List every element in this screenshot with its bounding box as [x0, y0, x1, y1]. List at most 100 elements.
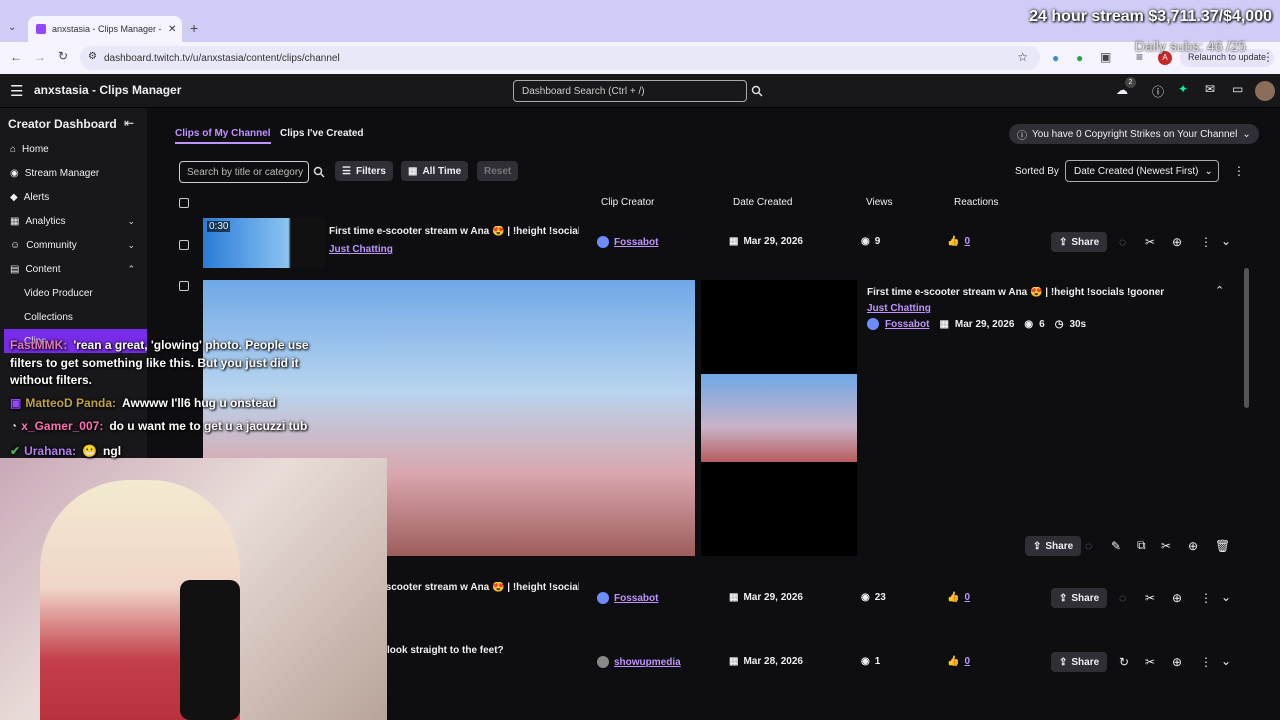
filters-button[interactable]: ☰ Filters: [335, 161, 393, 181]
more-icon[interactable]: ⋮: [1200, 591, 1212, 605]
address-bar[interactable]: ⚙ dashboard.twitch.tv/u/anxstasia/conten…: [80, 46, 1040, 70]
eye-icon: ◉: [861, 236, 870, 247]
menu-kebab-icon[interactable]: ⋮: [1262, 50, 1274, 64]
clip-creator[interactable]: Fossabot: [597, 592, 658, 604]
add-icon[interactable]: ⊕: [1172, 235, 1182, 249]
clip-search-icon[interactable]: [313, 166, 325, 178]
add-icon[interactable]: ⊕: [1172, 591, 1182, 605]
user-avatar[interactable]: [1255, 81, 1275, 101]
expanded-category-link[interactable]: Just Chatting: [867, 303, 931, 314]
sidebar-item-video-producer[interactable]: Video Producer: [0, 281, 147, 305]
collapse-sidebar-icon[interactable]: ⇤: [124, 116, 134, 130]
whispers-icon[interactable]: ▭: [1232, 82, 1243, 96]
edit-icon[interactable]: ✎: [1111, 539, 1121, 553]
creator-avatar: [597, 236, 609, 248]
reactions-text[interactable]: 0: [964, 592, 970, 603]
browser-tab[interactable]: anxstasia - Clips Manager - Twi ✕: [28, 16, 182, 42]
more-icon[interactable]: ⋮: [1200, 235, 1212, 249]
inbox-icon[interactable]: ✉: [1205, 82, 1215, 96]
views-text: 23: [874, 592, 886, 603]
refresh-icon[interactable]: ↻: [1119, 655, 1129, 669]
scrollbar[interactable]: [1244, 268, 1249, 408]
creator-link[interactable]: showupmedia: [614, 657, 681, 668]
clip-creator[interactable]: showupmedia: [597, 656, 681, 668]
add-icon[interactable]: ⊕: [1172, 655, 1182, 669]
clip-category-link[interactable]: Just Chatting: [329, 244, 393, 255]
creator-link[interactable]: Fossabot: [614, 237, 658, 248]
share-button[interactable]: ⇪ Share: [1025, 536, 1082, 556]
puzzle-icon[interactable]: ▣: [1100, 50, 1111, 64]
reload-icon[interactable]: ↻: [58, 49, 68, 63]
scissors-icon[interactable]: ✂: [1161, 539, 1171, 553]
clip-reactions[interactable]: 👍 0: [947, 656, 970, 667]
more-icon[interactable]: ⋮: [1200, 655, 1212, 669]
chevron-down-icon[interactable]: ⌄: [1221, 590, 1231, 604]
sidebar-item-analytics[interactable]: ▦ Analytics ⌄: [0, 209, 147, 233]
clip-vertical-preview[interactable]: [701, 280, 857, 556]
column-reactions[interactable]: Reactions: [954, 197, 998, 208]
reset-button[interactable]: Reset: [477, 161, 519, 181]
sidebar-item-home[interactable]: ⌂ Home: [0, 137, 147, 161]
creator-link[interactable]: Fossabot: [614, 593, 658, 604]
chevron-down-icon[interactable]: ⌄: [1221, 654, 1231, 668]
close-tab-icon[interactable]: ✕: [168, 24, 176, 35]
column-views[interactable]: Views: [866, 197, 893, 208]
creator-avatar: [597, 592, 609, 604]
tab-clips-ive-created[interactable]: Clips I've Created: [280, 128, 364, 139]
clip-reactions[interactable]: 👍 0: [947, 592, 970, 603]
dashboard-search-input[interactable]: Dashboard Search (Ctrl + /): [513, 80, 747, 102]
chevron-down-icon: ⌄: [127, 215, 135, 226]
sidebar-item-collections[interactable]: Collections: [0, 305, 147, 329]
extension-icon[interactable]: ●: [1076, 51, 1083, 65]
reactions-text[interactable]: 0: [964, 236, 970, 247]
clip-creator[interactable]: Fossabot: [597, 236, 658, 248]
sidebar-item-alerts[interactable]: ◆ Alerts: [0, 185, 147, 209]
column-clip-creator[interactable]: Clip Creator: [601, 197, 654, 208]
sidebar-item-content[interactable]: ▤ Content ⌃: [0, 257, 147, 281]
clip-search-input[interactable]: Search by title or category: [179, 161, 309, 183]
help-icon[interactable]: ⓘ: [1152, 83, 1164, 100]
new-tab-icon[interactable]: +: [190, 20, 198, 36]
chat-text: without filters.: [10, 373, 92, 387]
stream-goal-overlay: 24 hour stream $3,711.37/$4,000: [1029, 8, 1272, 25]
more-options-icon[interactable]: ⋮: [1233, 164, 1245, 178]
share-button[interactable]: ⇪ Share: [1051, 588, 1108, 608]
collapse-icon[interactable]: ⌃: [1215, 284, 1224, 297]
creator-avatar: [867, 318, 879, 330]
clip-thumbnail[interactable]: 0:30: [203, 218, 325, 268]
reactions-text[interactable]: 0: [964, 656, 970, 667]
tab-list-chevron-icon[interactable]: ⌄: [8, 22, 16, 33]
site-info-icon[interactable]: ⚙: [88, 51, 97, 62]
back-icon[interactable]: ←: [10, 50, 22, 64]
tab-clips-of-my-channel[interactable]: Clips of My Channel: [175, 128, 271, 144]
clip-reactions[interactable]: 👍 0: [947, 236, 970, 247]
clip-title[interactable]: First time e-scooter stream w Ana 😍 | !h…: [329, 226, 579, 237]
clip-title[interactable]: look straight to the feet?: [387, 645, 587, 656]
sort-dropdown[interactable]: Date Created (Newest First) ⌄: [1065, 160, 1219, 182]
scissors-icon[interactable]: ✂: [1145, 655, 1155, 669]
search-icon[interactable]: [748, 80, 766, 102]
extension-icon[interactable]: ●: [1052, 51, 1059, 65]
dashboard-header: ☰ anxstasia - Clips Manager Dashboard Se…: [0, 74, 1280, 108]
scissors-icon[interactable]: ✂: [1145, 591, 1155, 605]
row-checkbox[interactable]: [179, 281, 189, 291]
forward-icon[interactable]: →: [34, 50, 46, 64]
bookmark-star-icon[interactable]: ☆: [1017, 50, 1028, 64]
creator-link[interactable]: Fossabot: [885, 319, 929, 330]
column-date-created[interactable]: Date Created: [733, 197, 792, 208]
sidebar-item-community[interactable]: ☺ Community ⌄: [0, 233, 147, 257]
scissors-icon[interactable]: ✂: [1145, 235, 1155, 249]
row-checkbox[interactable]: [179, 240, 189, 250]
all-time-button[interactable]: ▦ All Time: [401, 161, 469, 181]
open-external-icon[interactable]: ⧉: [1137, 538, 1146, 553]
hamburger-menu-icon[interactable]: ☰: [10, 82, 23, 100]
add-icon[interactable]: ⊕: [1188, 539, 1198, 553]
share-button[interactable]: ⇪ Share: [1051, 652, 1108, 672]
chevron-down-icon[interactable]: ⌄: [1221, 234, 1231, 248]
copyright-banner[interactable]: ⓘ You have 0 Copyright Strikes on Your C…: [1009, 124, 1259, 144]
sidebar-item-stream-manager[interactable]: ◉ Stream Manager: [0, 161, 147, 185]
extensions-icon[interactable]: ✦: [1178, 82, 1188, 96]
share-button[interactable]: ⇪ Share: [1051, 232, 1108, 252]
delete-icon[interactable]: 🗑: [1215, 539, 1230, 553]
select-all-checkbox[interactable]: [179, 198, 189, 208]
